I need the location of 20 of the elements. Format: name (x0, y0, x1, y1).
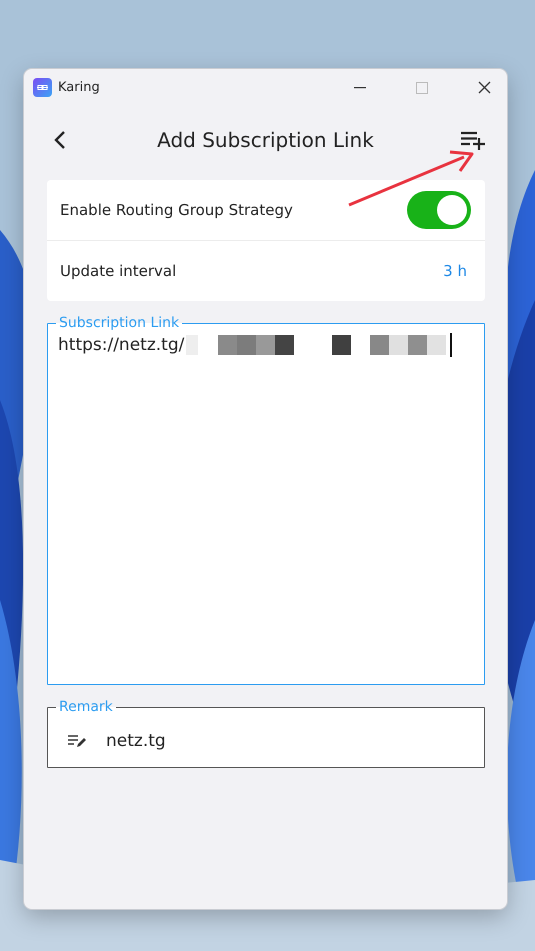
page-title: Add Subscription Link (156, 128, 375, 152)
field-label: Remark (58, 699, 114, 715)
link-text: https://netz.tg/ (58, 335, 184, 355)
close-icon (478, 81, 490, 94)
add-to-list-button[interactable] (459, 129, 487, 151)
text-cursor (450, 333, 452, 357)
list-add-icon (459, 129, 487, 151)
subscription-link-field[interactable]: Subscription Link https://netz.tg/ (47, 315, 485, 685)
toggle-switch[interactable] (407, 191, 471, 229)
setting-label: Enable Routing Group Strategy (60, 201, 294, 219)
window-title: Karing (58, 80, 101, 95)
field-label: Subscription Link (58, 315, 180, 331)
notes-edit-icon (68, 734, 88, 748)
app-logo-icon (33, 78, 52, 97)
remark-text: netz.tg (106, 731, 166, 751)
interval-value[interactable]: 3 h (443, 262, 471, 280)
maximize-icon (416, 82, 428, 94)
remark-field[interactable]: Remark netz.tg (47, 699, 485, 768)
setting-label: Update interval (60, 262, 178, 280)
minimize-icon (354, 86, 366, 88)
